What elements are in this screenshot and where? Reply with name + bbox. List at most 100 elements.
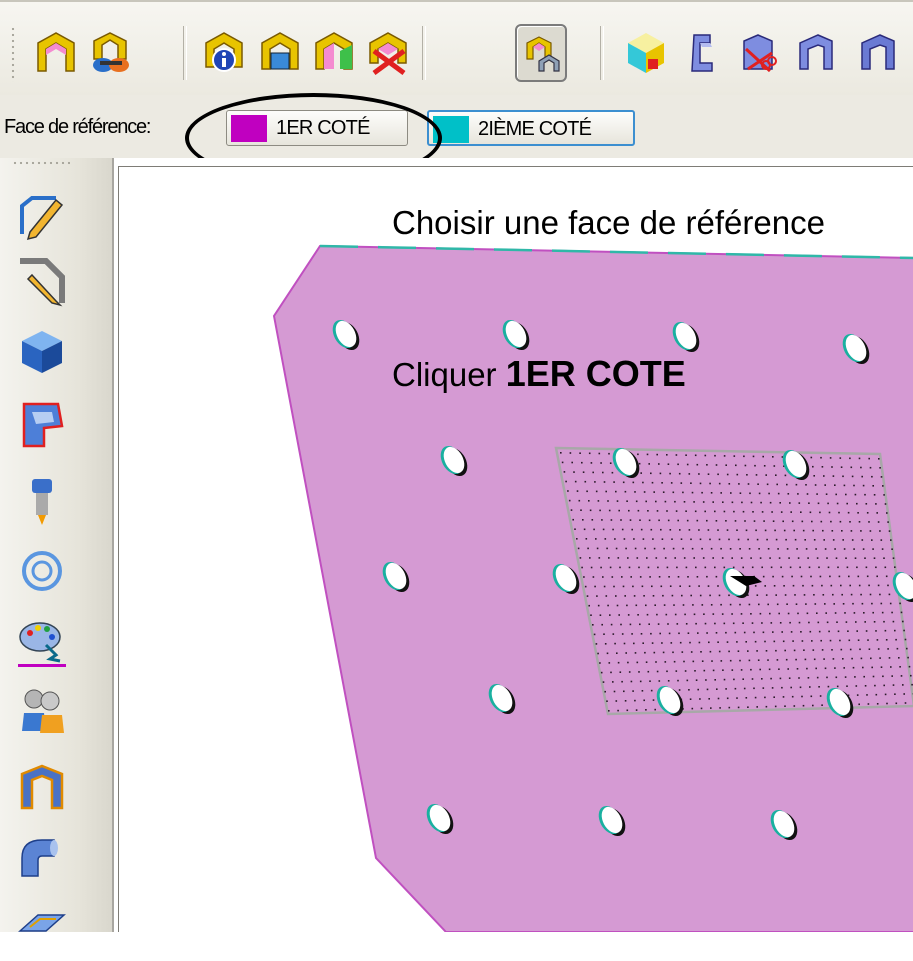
cut-corner-button[interactable] xyxy=(732,24,784,82)
grid-dot xyxy=(885,694,887,696)
flange-button[interactable] xyxy=(676,24,728,82)
color-palette-button[interactable] xyxy=(14,613,70,671)
grid-dot xyxy=(605,491,607,493)
grid-dot xyxy=(810,512,812,514)
tab-button[interactable] xyxy=(14,903,70,961)
grid-dot xyxy=(706,464,708,466)
grid-dot xyxy=(698,473,700,475)
reference-face-icon xyxy=(521,31,565,77)
grid-dot xyxy=(718,698,720,700)
second-side-label: 2IÈME COTÉ xyxy=(478,118,591,141)
bend-add-button[interactable] xyxy=(308,24,360,82)
solid-face-button[interactable] xyxy=(620,24,672,82)
first-side-button[interactable]: 1ER COTÉ xyxy=(226,110,408,146)
grid-dot xyxy=(800,631,802,633)
sheet-metal-plate[interactable] xyxy=(114,158,913,932)
grid-dot xyxy=(786,659,788,661)
grid-dot xyxy=(676,670,678,672)
grid-dot xyxy=(624,595,626,597)
grid-dot xyxy=(624,643,626,645)
grid-dot xyxy=(685,510,687,512)
grid-dot xyxy=(739,604,741,606)
elbow-button[interactable] xyxy=(14,830,70,888)
grid-dot xyxy=(625,652,627,654)
grid-dot xyxy=(796,603,798,605)
unfold-view-button[interactable] xyxy=(84,24,136,82)
punch-tool-button[interactable] xyxy=(14,473,70,531)
flange-side-button[interactable] xyxy=(14,758,70,816)
grid-dot xyxy=(659,680,661,682)
grid-dot xyxy=(696,679,698,681)
sketch-button[interactable] xyxy=(14,188,70,246)
elbow-icon xyxy=(16,832,68,884)
grid-dot xyxy=(716,632,718,634)
grid-dot xyxy=(620,624,622,626)
grid-dot xyxy=(705,455,707,457)
reference-face-button[interactable] xyxy=(515,24,567,82)
grid-dot xyxy=(871,476,873,478)
grid-dot xyxy=(828,686,830,688)
box-button[interactable] xyxy=(14,323,70,381)
grid-dot xyxy=(840,521,842,523)
grid-dot xyxy=(812,585,814,587)
unfold-icon xyxy=(34,29,78,75)
grid-dot xyxy=(565,481,567,483)
grid-dot xyxy=(759,669,761,671)
grid-dot xyxy=(810,631,812,633)
reference-face-label: Face de référence: xyxy=(4,116,150,139)
grid-dot xyxy=(623,586,625,588)
grid-dot xyxy=(818,567,820,569)
transition-button[interactable] xyxy=(14,396,70,454)
grid-dot xyxy=(679,473,681,475)
toolbar-extra-button[interactable] xyxy=(850,24,902,82)
corner-relief-button[interactable] xyxy=(788,24,840,82)
grid-dot xyxy=(683,661,685,663)
grid-dot xyxy=(774,585,776,587)
grid-dot xyxy=(720,548,722,550)
grid-dot xyxy=(614,691,616,693)
grid-dot xyxy=(677,520,679,522)
grid-dot xyxy=(714,679,716,681)
grid-dot xyxy=(792,640,794,642)
bend-delete-button[interactable] xyxy=(362,24,414,82)
grid-dot xyxy=(858,704,860,706)
grid-dot xyxy=(585,586,587,588)
grid-dot xyxy=(581,462,583,464)
grid-dot xyxy=(662,595,664,597)
grid-dot xyxy=(739,548,741,550)
grid-dot xyxy=(569,500,571,502)
grid-dot xyxy=(873,676,875,678)
grid-dot xyxy=(714,567,716,569)
grid-dot xyxy=(886,639,888,641)
bend-edit-button[interactable] xyxy=(254,24,306,82)
hole-button[interactable] xyxy=(14,543,70,601)
grid-dot xyxy=(749,548,751,550)
unfold-button[interactable] xyxy=(30,24,82,82)
sidebar-grip[interactable] xyxy=(12,160,70,166)
grid-dot xyxy=(724,567,726,569)
grid-dot xyxy=(831,466,833,468)
sheet-info-button[interactable] xyxy=(198,24,250,82)
grid-dot xyxy=(788,557,790,559)
second-side-button[interactable]: 2IÈME COTÉ xyxy=(427,110,635,146)
grid-dot xyxy=(639,624,641,626)
grid-dot xyxy=(808,622,810,624)
grid-dot xyxy=(656,454,658,456)
grid-dot xyxy=(573,471,575,473)
toolbar-grip[interactable] xyxy=(10,26,16,82)
grid-dot xyxy=(642,482,644,484)
grid-dot xyxy=(876,576,878,578)
grid-dot xyxy=(850,649,852,651)
grid-dot xyxy=(867,576,869,578)
grid-dot xyxy=(622,529,624,531)
3d-viewport[interactable]: Choisir une face de référence Cliquer 1E… xyxy=(112,158,913,932)
grid-dot xyxy=(679,585,681,587)
grid-dot xyxy=(890,603,892,605)
grid-dot xyxy=(687,464,689,466)
profile-button[interactable] xyxy=(14,253,70,311)
grid-dot xyxy=(826,677,828,679)
grid-dot xyxy=(710,707,712,709)
users-button[interactable] xyxy=(14,683,70,741)
grid-dot xyxy=(660,473,662,475)
grid-dot xyxy=(762,456,764,458)
